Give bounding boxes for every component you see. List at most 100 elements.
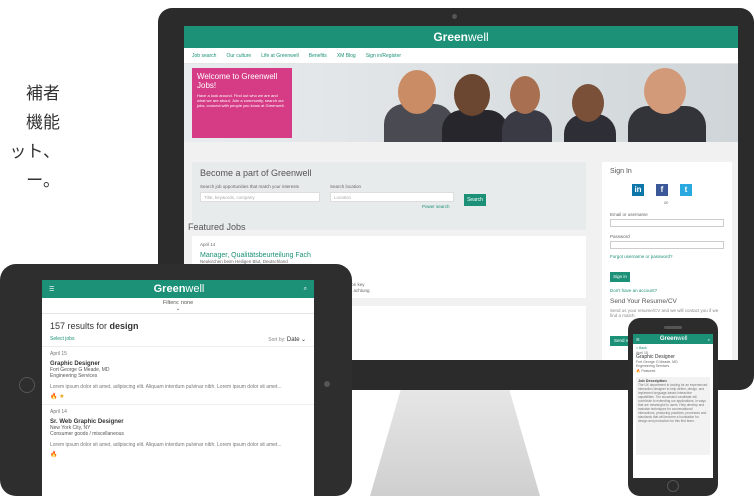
- menu-icon[interactable]: ☰: [636, 337, 640, 342]
- flame-icon: 🔥: [50, 452, 58, 458]
- linkedin-icon[interactable]: in: [632, 184, 644, 196]
- logo-bold: Green: [659, 336, 678, 342]
- search-heading: Become a part of Greenwell: [200, 168, 312, 178]
- resume-heading: Send Your Resume/CV: [610, 298, 677, 305]
- location-label: Search location: [330, 184, 362, 189]
- select-jobs-link[interactable]: Select jobs: [50, 336, 74, 343]
- job-description-box: Job Description The UX department is loo…: [636, 377, 710, 455]
- welcome-title: Welcome to Greenwell Jobs!: [197, 72, 278, 90]
- side-text-line: 機能: [26, 113, 60, 133]
- featured-heading: Featured Jobs: [188, 222, 246, 232]
- tablet-device: ☰ Greenwell ⌕ Filters: none ⌄ 157 result…: [0, 264, 352, 496]
- sort-value: Date: [286, 337, 300, 343]
- chevron-down-icon: ⌄: [175, 306, 181, 312]
- resume-text: Send us your resume/CV and we will conta…: [610, 308, 719, 318]
- sort-row: Select jobs Sort by: Date ⌄: [42, 333, 314, 346]
- twitter-icon[interactable]: t: [680, 184, 692, 196]
- results-query: design: [109, 321, 139, 331]
- person-photo: [398, 70, 436, 114]
- person-photo: [510, 76, 540, 114]
- job-title-link[interactable]: Manager, Qualitätsbeurteilung Fach: [200, 252, 578, 259]
- featured-label: Featured: [641, 368, 656, 373]
- power-search-link[interactable]: Power search: [422, 204, 450, 209]
- person-photo: [572, 84, 604, 122]
- description-text: The UX department is looking for an expe…: [638, 383, 708, 423]
- side-text: 補者 機能 ット、 ー。: [0, 80, 60, 196]
- location-input[interactable]: Location: [330, 192, 454, 202]
- star-icon: ★: [59, 394, 65, 400]
- search-icon[interactable]: ⌕: [304, 286, 307, 293]
- job-category: Consumer goods / miscellaneous: [50, 431, 124, 437]
- nav-benefits[interactable]: Benefits: [309, 53, 327, 59]
- speaker-slot: [664, 326, 682, 329]
- phone-header: ☰ Greenwell ⌕: [633, 334, 713, 344]
- tablet-logo[interactable]: Greenwell: [154, 283, 205, 295]
- phone-screen: ☰ Greenwell ⌕ < Back April 15 Graphic De…: [633, 334, 713, 478]
- sign-in-panel: Sign In in f t or Email or username Pass…: [602, 162, 732, 302]
- tablet-screen: ☰ Greenwell ⌕ Filters: none ⌄ 157 result…: [42, 280, 314, 496]
- phone-device: ☰ Greenwell ⌕ < Back April 15 Graphic De…: [628, 318, 718, 496]
- nav-blog[interactable]: XM Blog: [337, 53, 356, 59]
- main-nav: Job search Our culture Life at Greenwell…: [184, 48, 738, 64]
- person-photo: [502, 110, 552, 142]
- email-field[interactable]: [610, 219, 724, 227]
- job-list-item[interactable]: April 15 Graphic Designer Fort George G …: [42, 346, 314, 404]
- logo-thin: well: [677, 336, 688, 342]
- forgot-link[interactable]: Forgot username or password?: [610, 254, 673, 259]
- job-date: April 14: [50, 409, 67, 415]
- keywords-input[interactable]: Title, keywords, company: [200, 192, 320, 202]
- person-photo: [644, 68, 686, 114]
- password-field[interactable]: [610, 241, 724, 249]
- menu-icon[interactable]: ☰: [49, 286, 54, 293]
- or-divider: or: [664, 200, 669, 205]
- email-label: Email or username: [610, 212, 648, 217]
- job-date: April 14: [200, 242, 216, 247]
- welcome-box: Welcome to Greenwell Jobs! Have a look a…: [192, 68, 292, 138]
- phone-logo[interactable]: Greenwell: [660, 336, 688, 342]
- tablet-header: ☰ Greenwell ⌕: [42, 280, 314, 298]
- camera-dot: [324, 381, 330, 387]
- nav-our-culture[interactable]: Our culture: [226, 53, 251, 59]
- welcome-subtitle: Have a look around. Find out who we are …: [197, 93, 285, 108]
- keywords-label: Search job opportunities that match your…: [200, 184, 300, 189]
- home-button: [667, 480, 679, 492]
- nav-job-search[interactable]: Job search: [192, 53, 216, 59]
- results-prefix: 157 results for: [50, 321, 108, 331]
- job-category: Engineering Services: [50, 373, 98, 379]
- search-button[interactable]: Search: [464, 194, 486, 206]
- chevron-down-icon: ⌄: [300, 337, 306, 343]
- job-list-item[interactable]: April 14 Sr. Web Graphic Designer New Yo…: [42, 404, 314, 462]
- nav-life-at-greenwell[interactable]: Life at Greenwell: [261, 53, 299, 59]
- logo-thin: well: [185, 283, 205, 295]
- hero-banner: Welcome to Greenwell Jobs! Have a look a…: [184, 64, 738, 142]
- sign-in-button[interactable]: Sign in: [610, 272, 630, 282]
- job-detail: < Back April 15 Graphic Designer Fort Ge…: [633, 344, 713, 375]
- job-description: Lorem ipsum dolor sit amet, adipiscing e…: [50, 384, 282, 390]
- page: 補者 機能 ット、 ー。 Greenwell Job search Our cu…: [0, 0, 754, 496]
- site-header: Greenwell: [184, 26, 738, 48]
- search-icon[interactable]: ⌕: [708, 337, 710, 342]
- nav-sign-in[interactable]: Sign in/Register: [366, 53, 401, 59]
- facebook-icon[interactable]: f: [656, 184, 668, 196]
- side-text-line: ー。: [26, 171, 60, 191]
- side-text-line: 補者: [26, 84, 60, 104]
- camera-dot: [452, 14, 457, 19]
- filters-toggle[interactable]: Filters: none ⌄: [42, 298, 314, 314]
- side-text-line: ット、: [9, 142, 60, 162]
- logo-bold: Green: [153, 283, 186, 295]
- sort-label: Sort by:: [268, 337, 286, 343]
- home-button: [19, 377, 35, 393]
- sort-dropdown[interactable]: Sort by: Date ⌄: [268, 336, 306, 343]
- logo-thin[interactable]: well: [468, 30, 489, 44]
- logo-bold[interactable]: Green: [433, 30, 468, 44]
- monitor-stand: [370, 390, 540, 496]
- results-count: 157 results for design: [42, 314, 314, 333]
- job-description: Lorem ipsum dolor sit amet, adipiscing e…: [50, 442, 282, 448]
- featured-badge: 🔥 Featured: [636, 369, 710, 374]
- sign-in-heading: Sign In: [610, 168, 632, 175]
- flame-icon: 🔥: [636, 368, 641, 373]
- person-photo: [454, 74, 490, 116]
- job-date: April 15: [50, 351, 67, 357]
- password-label: Password: [610, 234, 630, 239]
- search-panel: Become a part of Greenwell Search job op…: [192, 162, 586, 230]
